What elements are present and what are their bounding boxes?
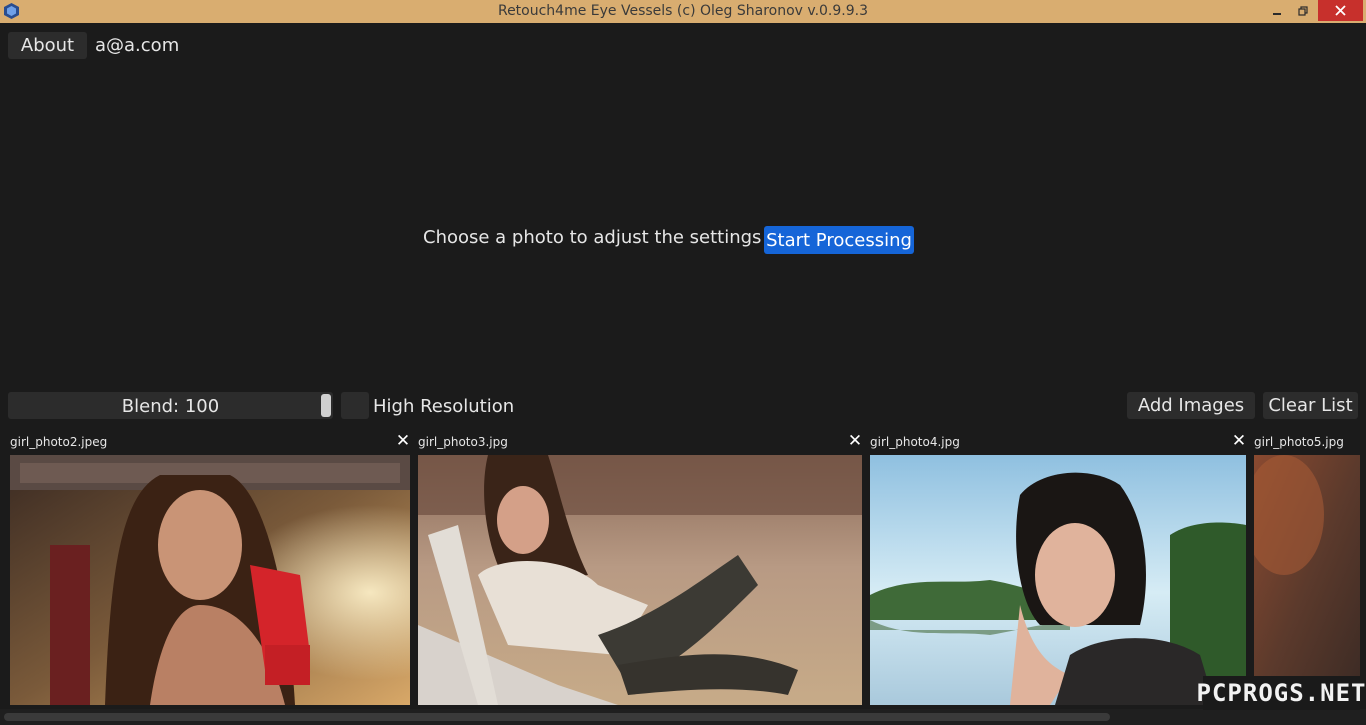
start-processing-button[interactable]: Start Processing: [764, 226, 914, 254]
thumbnail-filename: girl_photo3.jpg: [418, 435, 508, 449]
watermark: PCPROGS.NET: [1197, 676, 1365, 710]
thumbnail-card[interactable]: girl_photo5.jpg: [1252, 430, 1366, 705]
thumbnail-image[interactable]: [870, 455, 1246, 705]
choose-photo-prompt: Choose a photo to adjust the settings or: [423, 227, 786, 248]
high-resolution-label: High Resolution: [373, 396, 515, 417]
remove-thumbnail-icon[interactable]: ✕: [847, 433, 863, 450]
thumbnail-strip: girl_photo2.jpeg ✕ girl_photo3.jpg ✕ gir…: [0, 430, 1366, 710]
remove-thumbnail-icon[interactable]: ✕: [395, 433, 411, 450]
remove-thumbnail-icon[interactable]: ✕: [1231, 433, 1247, 450]
thumbnail-image[interactable]: [10, 455, 410, 705]
blend-slider[interactable]: Blend: 100: [8, 392, 333, 419]
scrollbar-thumb[interactable]: [4, 713, 1110, 721]
thumbnail-card[interactable]: girl_photo2.jpeg ✕: [8, 430, 412, 705]
thumbnail-filename: girl_photo5.jpg: [1254, 435, 1344, 449]
thumbnail-filename: girl_photo2.jpeg: [10, 435, 108, 449]
thumbnail-card[interactable]: girl_photo4.jpg ✕: [868, 430, 1254, 705]
window-title: Retouch4me Eye Vessels (c) Oleg Sharonov…: [497, 3, 869, 19]
restore-button[interactable]: [1290, 0, 1316, 21]
thumbnail-card[interactable]: girl_photo3.jpg ✕: [416, 430, 864, 705]
thumbnail-image[interactable]: [1254, 455, 1360, 705]
minimize-button[interactable]: [1264, 0, 1290, 21]
close-icon: [1335, 5, 1346, 16]
thumbnail-image[interactable]: [418, 455, 862, 705]
clear-list-button[interactable]: Clear List: [1263, 392, 1358, 419]
thumbnail-filename: girl_photo4.jpg: [870, 435, 960, 449]
add-images-button[interactable]: Add Images: [1127, 392, 1255, 419]
close-window-button[interactable]: [1318, 0, 1363, 21]
thumbnail-scrollbar[interactable]: [0, 709, 1366, 725]
about-button[interactable]: About: [8, 32, 87, 59]
blend-slider-handle[interactable]: [321, 394, 331, 417]
high-resolution-checkbox[interactable]: [341, 392, 369, 419]
blend-label: Blend: 100: [121, 396, 220, 417]
restore-icon: [1298, 5, 1308, 16]
account-email: a@a.com: [95, 35, 180, 56]
minimize-icon: [1273, 12, 1281, 15]
title-bar: Retouch4me Eye Vessels (c) Oleg Sharonov…: [0, 0, 1366, 23]
